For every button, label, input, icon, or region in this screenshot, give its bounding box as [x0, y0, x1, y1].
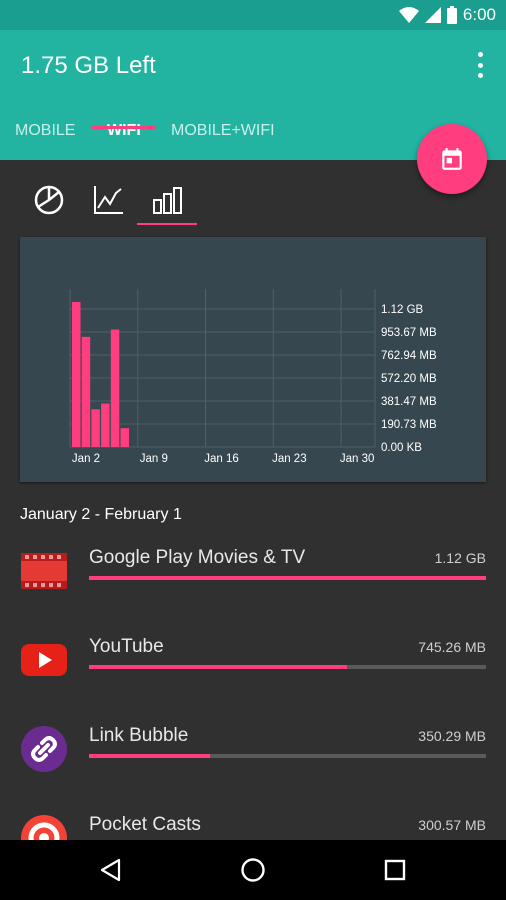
data-bar — [101, 403, 110, 447]
home-icon — [241, 858, 265, 882]
cell-signal-icon — [424, 7, 441, 23]
tab-indicator — [92, 126, 156, 129]
period-label: January 2 - February 1 — [20, 506, 182, 523]
usage-chart-card: 1.12 GB 953.67 MB 762.94 MB 572.20 MB 381.47… — [20, 237, 486, 482]
tab-wifi[interactable]: WIFI — [107, 116, 141, 160]
app-row-link-bubble[interactable]: Link Bubble 350.29 MB — [0, 725, 506, 805]
usage-bar — [89, 754, 486, 758]
y-tick-label: 762.94 MB — [381, 350, 437, 362]
usage-bar — [89, 576, 486, 580]
link-bubble-icon — [20, 725, 68, 773]
x-tick-label: Jan 16 — [204, 453, 239, 465]
chart-tab-indicator — [137, 223, 197, 225]
x-tick-label: Jan 30 — [340, 453, 375, 465]
app-row-google-play-movies[interactable]: Google Play Movies & TV 1.12 GB — [0, 547, 506, 627]
app-name: Pocket Casts — [89, 814, 201, 835]
battery-icon — [446, 6, 457, 24]
status-time: 6:00 — [462, 5, 496, 24]
youtube-icon — [20, 636, 68, 684]
app-size: 300.57 MB — [418, 817, 486, 833]
usage-bar — [89, 665, 486, 669]
data-bar — [120, 428, 129, 447]
app-size: 745.26 MB — [418, 639, 486, 655]
chart-type-tabs — [20, 172, 320, 228]
line-chart-icon — [94, 186, 123, 214]
home-button[interactable] — [235, 852, 271, 888]
y-tick-label: 953.67 MB — [381, 327, 437, 339]
data-left-title: 1.75 GB Left — [21, 52, 156, 79]
back-button[interactable] — [93, 852, 129, 888]
calendar-icon — [442, 148, 462, 170]
y-tick-label: 190.73 MB — [381, 419, 437, 431]
y-tick-label: 381.47 MB — [381, 396, 437, 408]
pie-chart-icon — [34, 185, 64, 215]
line-chart-tab[interactable] — [88, 180, 128, 220]
back-icon — [100, 858, 121, 882]
y-tick-label: 1.12 GB — [381, 304, 424, 316]
more-vert-icon[interactable] — [474, 52, 486, 78]
data-bar — [81, 336, 91, 447]
status-bar: 6:00 — [0, 0, 506, 30]
usage-bar-fill — [89, 576, 486, 580]
app-name: Link Bubble — [89, 725, 189, 746]
app-size: 1.12 GB — [434, 550, 486, 566]
data-bar — [91, 409, 100, 447]
bar-chart-icon — [153, 187, 182, 214]
data-bar — [72, 302, 81, 447]
usage-bar-fill — [89, 754, 211, 758]
x-tick-label: Jan 9 — [140, 453, 168, 465]
tab-mobile-wifi[interactable]: MOBILE+WIFI — [171, 116, 275, 160]
movies-icon — [20, 547, 68, 595]
tab-mobile[interactable]: MOBILE — [15, 116, 75, 160]
date-range-button[interactable] — [417, 124, 487, 194]
app-size: 350.29 MB — [418, 728, 486, 744]
y-tick-label: 0.00 KB — [381, 442, 422, 454]
navigation-bar — [0, 840, 506, 900]
recents-icon — [384, 859, 406, 881]
app-name: Google Play Movies & TV — [89, 547, 306, 568]
x-tick-label: Jan 23 — [272, 453, 307, 465]
usage-bar-chart: 1.12 GB 953.67 MB 762.94 MB 572.20 MB 381.47… — [69, 289, 437, 465]
pie-chart-tab[interactable] — [29, 180, 69, 220]
recents-button[interactable] — [377, 852, 413, 888]
wifi-icon — [398, 7, 419, 23]
data-bar — [110, 329, 120, 447]
app-name: YouTube — [89, 636, 164, 657]
app-row-youtube[interactable]: YouTube 745.26 MB — [0, 636, 506, 716]
bar-chart-tab[interactable] — [147, 180, 187, 220]
status-icons: 6:00 — [398, 5, 496, 25]
y-tick-label: 572.20 MB — [381, 373, 437, 385]
x-tick-label: Jan 2 — [72, 453, 100, 465]
usage-bar-fill — [89, 665, 348, 669]
